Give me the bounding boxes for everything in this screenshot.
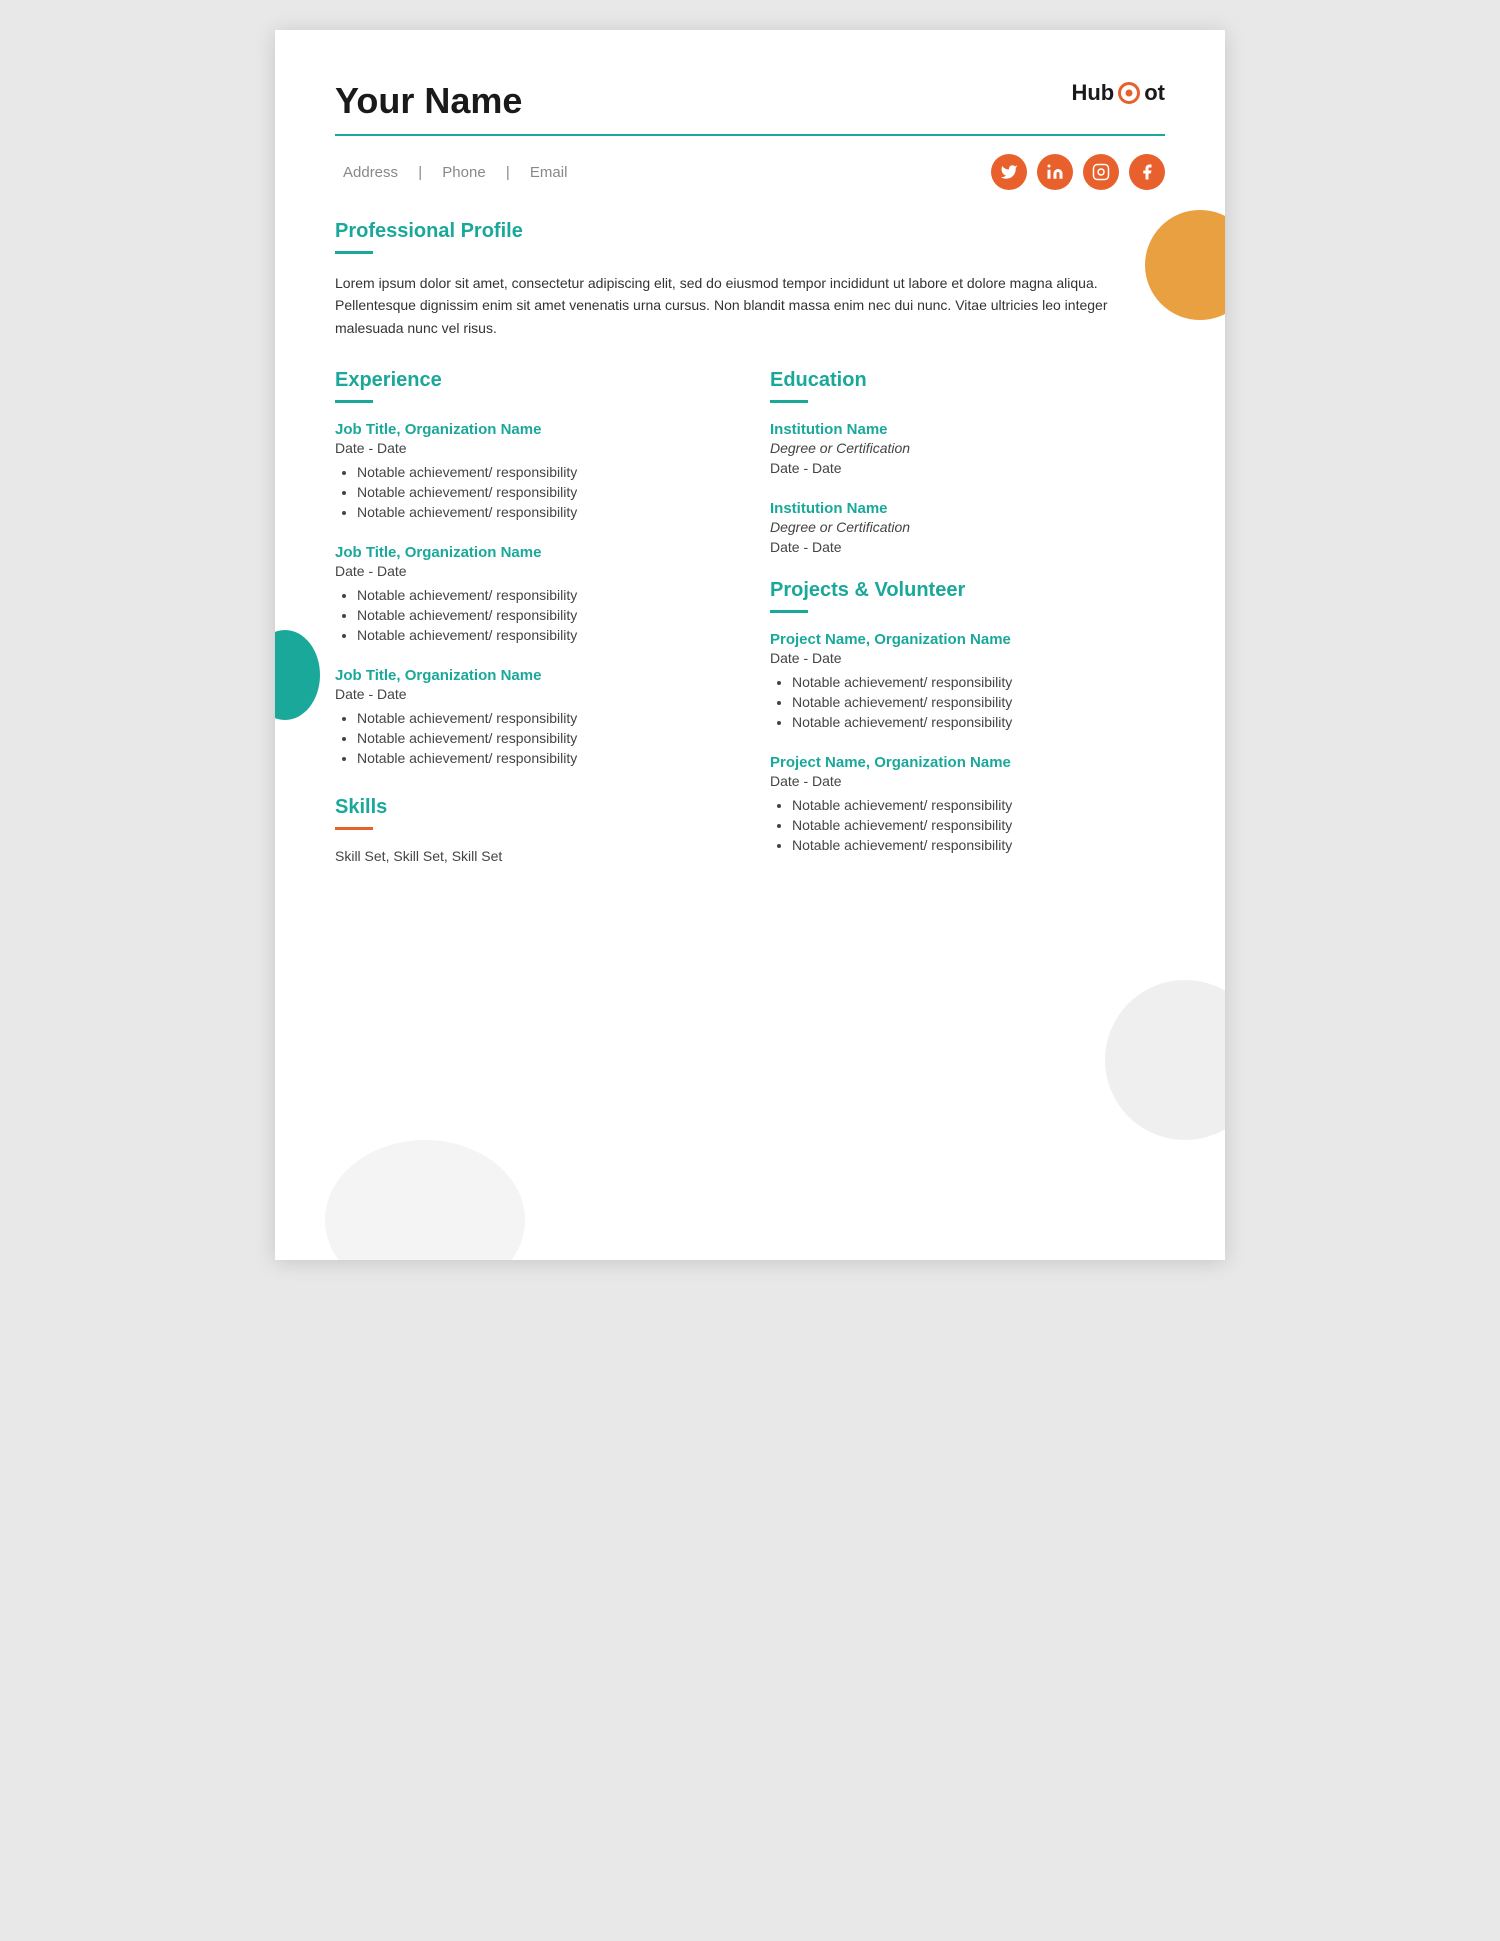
experience-entry-2: Job Title, Organization Name Date - Date… [335, 544, 730, 643]
edu-2-institution: Institution Name [770, 500, 1165, 517]
name-title: Your Name [335, 80, 522, 122]
list-item: Notable achievement/ responsibility [357, 464, 730, 480]
list-item: Notable achievement/ responsibility [357, 750, 730, 766]
list-item: Notable achievement/ responsibility [792, 674, 1165, 690]
contact-row: Address | Phone | Email [335, 154, 1165, 190]
list-item: Notable achievement/ responsibility [357, 607, 730, 623]
proj-1-title: Project Name, Organization Name [770, 631, 1165, 648]
list-item: Notable achievement/ responsibility [357, 730, 730, 746]
profile-underline [335, 251, 373, 254]
exp-3-bullets: Notable achievement/ responsibility Nota… [335, 710, 730, 766]
list-item: Notable achievement/ responsibility [357, 587, 730, 603]
instagram-icon[interactable] [1083, 154, 1119, 190]
skills-underline [335, 827, 373, 830]
address-label: Address [343, 164, 398, 181]
header: Your Name Hub ot [335, 80, 1165, 122]
exp-2-bullets: Notable achievement/ responsibility Nota… [335, 587, 730, 643]
decorative-blob-gray-right [1105, 980, 1225, 1140]
list-item: Notable achievement/ responsibility [357, 627, 730, 643]
profile-title: Professional Profile [335, 220, 1165, 243]
education-entry-1: Institution Name Degree or Certification… [770, 421, 1165, 476]
project-entry-2: Project Name, Organization Name Date - D… [770, 754, 1165, 853]
decorative-blob-gray-left [325, 1140, 525, 1260]
list-item: Notable achievement/ responsibility [792, 797, 1165, 813]
education-title: Education [770, 369, 1165, 392]
experience-title: Experience [335, 369, 730, 392]
skills-text: Skill Set, Skill Set, Skill Set [335, 848, 730, 864]
edu-1-date: Date - Date [770, 460, 1165, 476]
hubspot-hub: Hub [1071, 80, 1114, 106]
proj-2-title: Project Name, Organization Name [770, 754, 1165, 771]
edu-1-institution: Institution Name [770, 421, 1165, 438]
exp-1-date: Date - Date [335, 440, 730, 456]
exp-1-title: Job Title, Organization Name [335, 421, 730, 438]
exp-1-bullets: Notable achievement/ responsibility Nota… [335, 464, 730, 520]
two-column-layout: Experience Job Title, Organization Name … [335, 369, 1165, 877]
twitter-icon[interactable] [991, 154, 1027, 190]
experience-entry-3: Job Title, Organization Name Date - Date… [335, 667, 730, 766]
separator-2: | [506, 164, 510, 181]
skills-section: Skills Skill Set, Skill Set, Skill Set [335, 796, 730, 864]
profile-text: Lorem ipsum dolor sit amet, consectetur … [335, 272, 1165, 339]
list-item: Notable achievement/ responsibility [357, 710, 730, 726]
education-section: Education Institution Name Degree or Cer… [770, 369, 1165, 555]
projects-section: Projects & Volunteer Project Name, Organ… [770, 579, 1165, 853]
proj-2-bullets: Notable achievement/ responsibility Nota… [770, 797, 1165, 853]
exp-3-date: Date - Date [335, 686, 730, 702]
project-entry-1: Project Name, Organization Name Date - D… [770, 631, 1165, 730]
profile-section: Professional Profile Lorem ipsum dolor s… [335, 220, 1165, 339]
proj-1-date: Date - Date [770, 650, 1165, 666]
exp-3-title: Job Title, Organization Name [335, 667, 730, 684]
hubspot-sprocket-dot [1126, 90, 1133, 97]
edu-2-degree: Degree or Certification [770, 519, 1165, 535]
hubspot-ot: ot [1144, 80, 1165, 106]
hubspot-sprocket-ring [1118, 82, 1140, 104]
exp-2-date: Date - Date [335, 563, 730, 579]
separator-1: | [418, 164, 422, 181]
left-column: Experience Job Title, Organization Name … [335, 369, 730, 877]
experience-underline [335, 400, 373, 403]
decorative-blob-teal [275, 630, 320, 720]
skills-title: Skills [335, 796, 730, 819]
list-item: Notable achievement/ responsibility [792, 714, 1165, 730]
exp-2-title: Job Title, Organization Name [335, 544, 730, 561]
phone-label: Phone [442, 164, 485, 181]
edu-2-date: Date - Date [770, 539, 1165, 555]
hubspot-sprocket-icon [1116, 80, 1142, 106]
projects-title: Projects & Volunteer [770, 579, 1165, 602]
education-underline [770, 400, 808, 403]
education-entry-2: Institution Name Degree or Certification… [770, 500, 1165, 555]
facebook-icon[interactable] [1129, 154, 1165, 190]
list-item: Notable achievement/ responsibility [357, 504, 730, 520]
email-label: Email [530, 164, 568, 181]
proj-2-date: Date - Date [770, 773, 1165, 789]
social-icons-group [991, 154, 1165, 190]
list-item: Notable achievement/ responsibility [792, 694, 1165, 710]
experience-entry-1: Job Title, Organization Name Date - Date… [335, 421, 730, 520]
list-item: Notable achievement/ responsibility [792, 817, 1165, 833]
linkedin-icon[interactable] [1037, 154, 1073, 190]
edu-1-degree: Degree or Certification [770, 440, 1165, 456]
right-column: Education Institution Name Degree or Cer… [770, 369, 1165, 877]
experience-section: Experience Job Title, Organization Name … [335, 369, 730, 766]
resume-page: Your Name Hub ot Address | Phone | Email [275, 30, 1225, 1260]
proj-1-bullets: Notable achievement/ responsibility Nota… [770, 674, 1165, 730]
list-item: Notable achievement/ responsibility [792, 837, 1165, 853]
contact-info: Address | Phone | Email [335, 164, 575, 181]
projects-underline [770, 610, 808, 613]
hubspot-logo: Hub ot [1071, 80, 1165, 106]
list-item: Notable achievement/ responsibility [357, 484, 730, 500]
header-divider [335, 134, 1165, 136]
